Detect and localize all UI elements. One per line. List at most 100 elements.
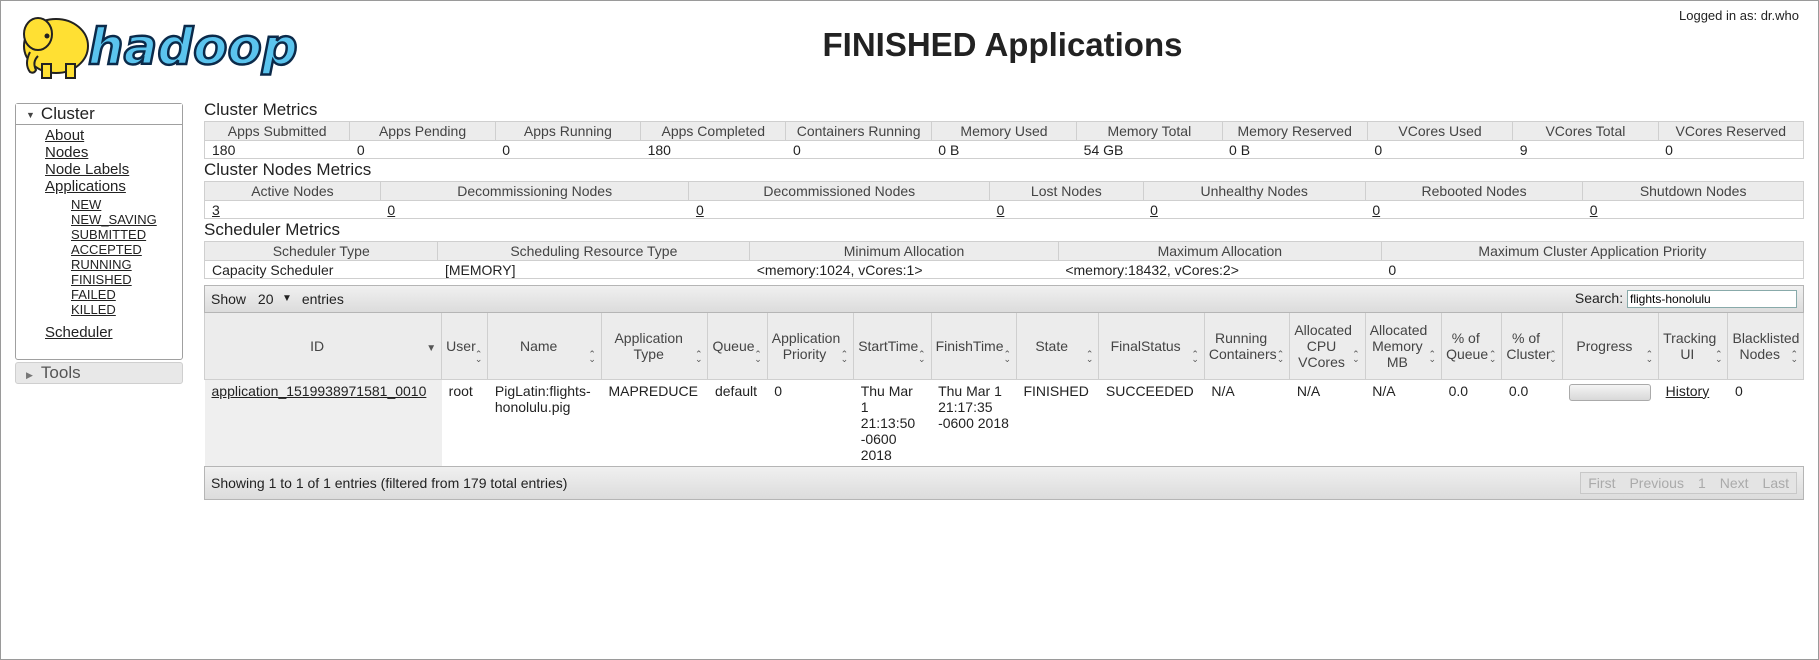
column-header-allocated-vcores[interactable]: Allocated CPU VCores ⌃ ⌄ bbox=[1289, 313, 1366, 380]
cluster-nav: ▼ Cluster About Nodes Node Labels Applica… bbox=[15, 103, 183, 360]
table-controls: Show 20 ▼ entries Search: bbox=[204, 285, 1804, 313]
node-metric-header: Decommissioned Nodes bbox=[688, 181, 991, 201]
table-row: application_1519938971581_0010 root PigL… bbox=[204, 379, 1804, 466]
state-submitted[interactable]: SUBMITTED bbox=[71, 227, 146, 242]
logged-in-user: Logged in as: dr.who bbox=[1679, 8, 1799, 23]
cell-running-containers: N/A bbox=[1211, 382, 1235, 399]
unhealthy-nodes-link[interactable]: 0 bbox=[1150, 202, 1158, 218]
metric-header: Memory Reserved bbox=[1221, 121, 1368, 141]
sidebar-item-nodes[interactable]: Nodes bbox=[45, 144, 88, 161]
column-header-name[interactable]: Name ⌃ ⌄ bbox=[487, 313, 602, 380]
sort-icon: ⌃ ⌄ bbox=[1488, 348, 1497, 364]
cluster-header[interactable]: ▼ Cluster bbox=[16, 104, 182, 125]
sidebar-item-node-labels[interactable]: Node Labels bbox=[45, 161, 129, 178]
progress-bar bbox=[1569, 383, 1652, 401]
metric-header: VCores Reserved bbox=[1657, 121, 1805, 141]
cell-priority: 0 bbox=[774, 382, 783, 399]
sort-desc-icon: ▼ bbox=[426, 342, 437, 354]
search-input[interactable] bbox=[1627, 290, 1797, 308]
column-header-state[interactable]: State ⌃ ⌄ bbox=[1016, 313, 1100, 380]
cell-name: PigLatin:flights-honolulu.pig bbox=[494, 382, 591, 415]
metric-value: 0 bbox=[1367, 140, 1513, 159]
sort-icon: ⌃ ⌄ bbox=[588, 348, 596, 364]
column-header-start-time[interactable]: StartTime ⌃ ⌄ bbox=[853, 313, 932, 380]
cell-blacklisted: 0 bbox=[1734, 382, 1743, 399]
metric-header: VCores Total bbox=[1512, 121, 1659, 141]
decommissioning-nodes-link[interactable]: 0 bbox=[387, 202, 395, 218]
column-header-finish-time[interactable]: FinishTime ⌃ ⌄ bbox=[931, 313, 1017, 380]
decommissioned-nodes-link[interactable]: 0 bbox=[696, 202, 704, 218]
column-header-pct-queue[interactable]: % of Queue ⌃ ⌄ bbox=[1441, 313, 1503, 380]
cell-finish-time: Thu Mar 1 21:17:35 -0600 2018 bbox=[938, 382, 1009, 431]
state-finished[interactable]: FINISHED bbox=[71, 272, 132, 287]
node-metric-header: Active Nodes bbox=[204, 181, 381, 201]
rebooted-nodes-link[interactable]: 0 bbox=[1372, 202, 1380, 218]
pager-first-button[interactable]: First bbox=[1581, 473, 1622, 493]
column-header-priority[interactable]: Application Priority ⌃ ⌄ bbox=[767, 313, 855, 380]
pager-next-button[interactable]: Next bbox=[1713, 473, 1756, 493]
column-header-tracking-ui[interactable]: Tracking UI ⌃ ⌄ bbox=[1658, 313, 1729, 380]
state-failed[interactable]: FAILED bbox=[71, 287, 116, 302]
state-accepted[interactable]: ACCEPTED bbox=[71, 242, 142, 257]
pager-page-1-button[interactable]: 1 bbox=[1691, 473, 1713, 493]
scheduler-metrics-title: Scheduler Metrics bbox=[204, 220, 341, 239]
scheduler-metric-header: Scheduler Type bbox=[203, 241, 439, 261]
column-header-blacklisted[interactable]: Blacklisted Nodes ⌃ ⌄ bbox=[1727, 313, 1804, 380]
sort-icon: ⌃ ⌄ bbox=[1191, 348, 1199, 364]
cluster-metrics-title: Cluster Metrics bbox=[204, 100, 318, 119]
cluster-metrics-table: Apps Submitted Apps Pending Apps Running… bbox=[203, 121, 1805, 159]
active-nodes-link[interactable]: 3 bbox=[212, 202, 220, 218]
state-killed[interactable]: KILLED bbox=[71, 302, 116, 317]
column-header-pct-cluster[interactable]: % of Cluster ⌃ ⌄ bbox=[1501, 313, 1563, 380]
show-label: Show bbox=[211, 291, 247, 307]
metric-value: 9 bbox=[1512, 140, 1659, 159]
application-id-link[interactable]: application_1519938971581_0010 bbox=[212, 383, 427, 399]
column-header-id[interactable]: ID ▼ bbox=[203, 313, 443, 380]
shutdown-nodes-link[interactable]: 0 bbox=[1590, 202, 1598, 218]
column-header-queue[interactable]: Queue ⌃ ⌄ bbox=[707, 313, 768, 380]
state-new-saving[interactable]: NEW_SAVING bbox=[71, 212, 157, 227]
sort-icon: ⌃ ⌄ bbox=[1352, 348, 1360, 364]
metric-header: Apps Running bbox=[494, 121, 642, 141]
column-header-progress[interactable]: Progress ⌃ ⌄ bbox=[1562, 313, 1660, 380]
scheduler-metric-value: Capacity Scheduler bbox=[203, 260, 438, 279]
sidebar-item-applications[interactable]: Applications bbox=[45, 178, 126, 195]
sidebar-item-scheduler[interactable]: Scheduler bbox=[45, 324, 113, 341]
sort-icon: ⌃ ⌄ bbox=[694, 348, 703, 364]
scheduler-metric-header: Maximum Cluster Application Priority bbox=[1380, 241, 1805, 261]
metric-value: 0 B bbox=[1222, 140, 1368, 159]
metric-value: 0 bbox=[495, 140, 641, 159]
sort-icon: ⌃ ⌄ bbox=[1645, 348, 1654, 364]
scheduler-metric-value: [MEMORY] bbox=[437, 260, 750, 279]
pager-last-button[interactable]: Last bbox=[1756, 473, 1796, 493]
column-header-allocated-memory[interactable]: Allocated Memory MB ⌃ ⌄ bbox=[1365, 313, 1443, 380]
search-label: Search: bbox=[1574, 290, 1624, 306]
metric-header: Apps Submitted bbox=[203, 121, 351, 141]
pager-previous-button[interactable]: Previous bbox=[1622, 473, 1690, 493]
cell-start-time: Thu Mar 1 21:13:50 -0600 2018 bbox=[860, 382, 916, 463]
state-running[interactable]: RUNNING bbox=[71, 257, 132, 272]
column-header-type[interactable]: Application Type ⌃ ⌄ bbox=[601, 313, 709, 380]
sort-icon: ⌃ ⌄ bbox=[474, 348, 483, 364]
nodes-metrics-table: Active Nodes Decommissioning Nodes Decom… bbox=[204, 181, 1804, 219]
triangle-down-icon: ▼ bbox=[26, 109, 35, 120]
lost-nodes-link[interactable]: 0 bbox=[997, 202, 1005, 218]
column-header-running-containers[interactable]: Running Containers ⌃ ⌄ bbox=[1204, 313, 1291, 380]
state-new[interactable]: NEW bbox=[71, 197, 101, 212]
tracking-ui-history-link[interactable]: History bbox=[1666, 383, 1710, 399]
cell-final-status: SUCCEEDED bbox=[1105, 382, 1194, 399]
sort-icon: ⌃ ⌄ bbox=[1085, 348, 1094, 364]
triangle-right-icon: ▶ bbox=[26, 370, 33, 380]
sidebar-item-about[interactable]: About bbox=[45, 127, 84, 144]
column-header-final-status[interactable]: FinalStatus ⌃ ⌄ bbox=[1098, 313, 1205, 380]
metric-value: 0 bbox=[1658, 140, 1805, 159]
column-header-user[interactable]: User ⌃ ⌄ bbox=[441, 313, 489, 380]
tools-header[interactable]: ▶ Tools bbox=[15, 362, 183, 384]
scheduler-metric-value: <memory:18432, vCores:2> bbox=[1058, 260, 1382, 279]
cell-state: FINISHED bbox=[1023, 382, 1089, 399]
metric-value: 0 B bbox=[931, 140, 1077, 159]
entries-select[interactable]: 20 ▼ bbox=[254, 289, 294, 309]
cell-allocated-vcores: N/A bbox=[1296, 382, 1321, 399]
metric-header: Memory Used bbox=[930, 121, 1078, 141]
page-title: FINISHED Applications bbox=[822, 26, 1183, 63]
